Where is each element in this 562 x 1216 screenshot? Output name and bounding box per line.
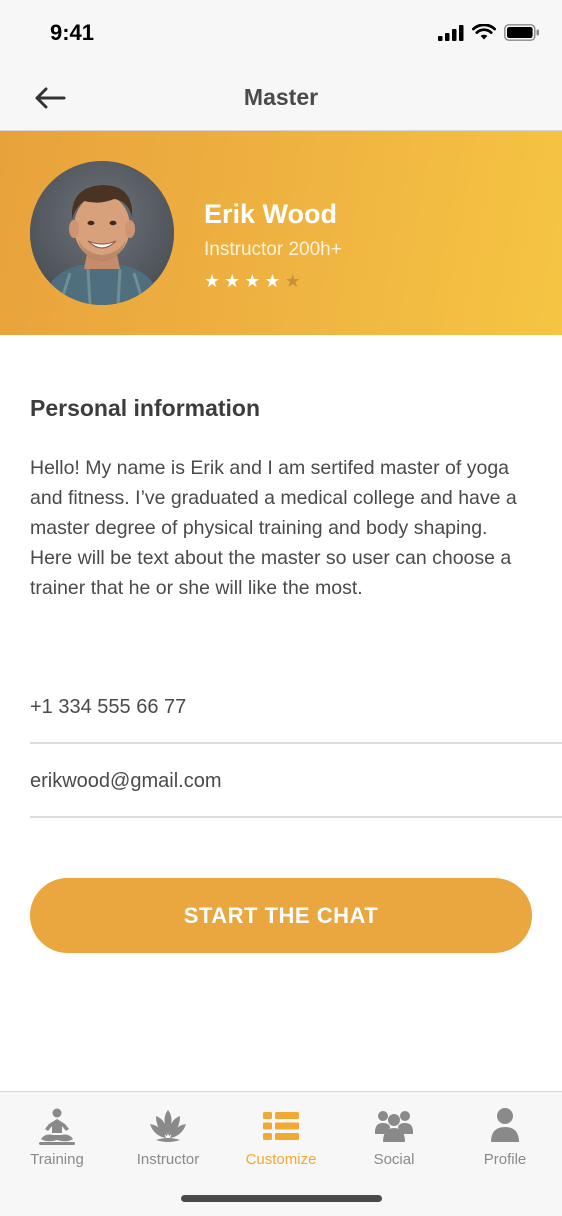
group-icon (375, 1111, 413, 1142)
status-bar: 9:41 (0, 0, 562, 64)
user-icon (491, 1108, 519, 1142)
tab-training[interactable]: Training (1, 1106, 113, 1170)
tab-customize[interactable]: Customize (225, 1106, 337, 1170)
tab-instructor[interactable]: Instructor (112, 1106, 224, 1170)
tab-label: Instructor (136, 1151, 200, 1168)
star-filled-icon: ★ (244, 271, 261, 291)
star-filled-icon: ★ (264, 271, 281, 291)
wifi-icon (472, 24, 496, 40)
email-row[interactable]: erikwood@gmail.com (30, 744, 562, 818)
tab-social[interactable]: Social (338, 1106, 450, 1170)
tab-profile[interactable]: Profile (449, 1106, 561, 1170)
tab-label: Customize (245, 1151, 317, 1168)
email-address[interactable]: erikwood@gmail.com (30, 770, 221, 793)
instructor-role: Instructor 200h+ (204, 239, 342, 260)
home-indicator (181, 1195, 382, 1202)
profile-header: Erik Wood Instructor 200h+ ★ ★ ★ ★ ★ (0, 131, 562, 335)
phone-row[interactable]: +1 334 555 66 77 (30, 680, 562, 744)
status-icons (438, 24, 540, 41)
star-filled-icon: ★ (204, 271, 221, 291)
battery-icon (504, 24, 539, 41)
star-filled-icon: ★ (224, 271, 241, 291)
status-time: 9:41 (50, 20, 95, 45)
instructor-name: Erik Wood (204, 199, 338, 229)
phone-number[interactable]: +1 334 555 66 77 (30, 696, 186, 719)
start-chat-button[interactable]: START THE CHAT (30, 878, 532, 953)
star-empty-icon: ★ (284, 271, 301, 291)
bio-text: Hello! My name is Erik and I am sertifed… (30, 457, 517, 599)
meditation-icon (39, 1108, 75, 1145)
tab-label: Training (30, 1151, 84, 1168)
tab-label: Profile (483, 1151, 527, 1168)
avatar (30, 161, 174, 305)
rating-stars: ★ ★ ★ ★ ★ (204, 272, 301, 290)
lotus-icon (150, 1110, 186, 1142)
cellular-signal-icon (438, 24, 464, 41)
list-icon (263, 1112, 299, 1140)
avatar-photo (30, 161, 174, 305)
tab-label: Social (373, 1151, 415, 1168)
page-title: Master (243, 84, 319, 110)
navigation-bar: Master (0, 64, 562, 131)
section-title: Personal information (30, 395, 261, 421)
